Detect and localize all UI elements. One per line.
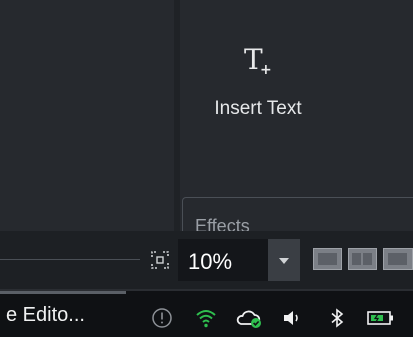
view-filmstrip-icon[interactable]	[348, 248, 377, 270]
zoom-dropdown[interactable]: 10%	[178, 239, 300, 281]
wifi-icon[interactable]	[194, 306, 218, 330]
alert-icon[interactable]	[150, 306, 174, 330]
plus-glyph: +	[260, 62, 272, 78]
active-app-indicator	[0, 291, 126, 294]
view-grid-icon[interactable]	[383, 248, 413, 270]
timeline-toolbar: 10%	[0, 231, 413, 289]
video-editor-window: T + Insert Text Effects 10%	[0, 0, 413, 289]
chevron-down-icon[interactable]	[268, 239, 300, 281]
tools-panel: T + Insert Text Effects	[180, 0, 413, 237]
insert-text-icon: T +	[238, 44, 278, 84]
bluetooth-icon[interactable]	[325, 306, 349, 330]
taskbar: e Edito...	[0, 291, 413, 337]
media-panel	[0, 0, 174, 231]
insert-text-label: Insert Text	[214, 98, 302, 119]
volume-icon[interactable]	[280, 306, 304, 330]
battery-icon[interactable]	[365, 306, 397, 330]
view-thumbnail-icon[interactable]	[313, 248, 342, 270]
insert-text-button[interactable]: T + Insert Text	[198, 44, 318, 132]
zoom-value: 10%	[188, 249, 233, 274]
taskbar-app-button[interactable]: e Edito...	[6, 304, 85, 327]
fit-to-window-icon[interactable]	[149, 249, 171, 271]
timeline-scroll-track[interactable]	[0, 259, 140, 260]
onedrive-sync-icon[interactable]	[235, 306, 263, 330]
